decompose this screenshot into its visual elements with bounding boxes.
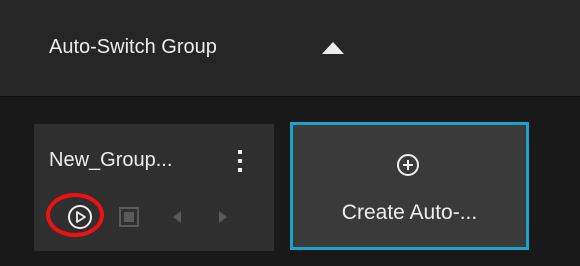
triangle-up-icon [322, 42, 344, 54]
play-circle-icon [68, 205, 92, 229]
create-group-label: Create Auto-... [341, 201, 478, 224]
stop-square-icon [119, 207, 139, 227]
group-card[interactable] [34, 124, 274, 251]
plus-circle-icon [397, 154, 419, 176]
previous-button[interactable] [167, 203, 187, 231]
group-more-button[interactable] [230, 146, 250, 176]
chevron-left-icon [173, 211, 181, 223]
header-bar: Auto-Switch Group [0, 0, 580, 97]
chevron-right-icon [219, 211, 227, 223]
create-icon-wrap [395, 152, 421, 178]
group-name: New_Group... [49, 149, 173, 171]
stop-button[interactable] [115, 203, 143, 231]
create-group-button[interactable]: Create Auto-... [290, 122, 529, 250]
play-button[interactable] [66, 203, 94, 231]
kebab-menu-icon [238, 150, 242, 172]
next-button[interactable] [213, 203, 233, 231]
header-title: Auto-Switch Group [49, 36, 217, 58]
collapse-button[interactable] [318, 38, 348, 58]
